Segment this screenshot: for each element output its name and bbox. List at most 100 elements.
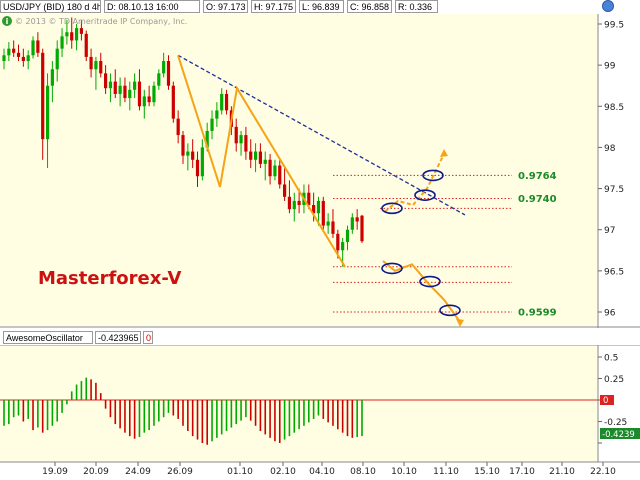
candle-body	[103, 73, 108, 89]
price-tick-label: 99.5	[604, 21, 624, 31]
candle-body	[157, 73, 161, 86]
price-tick-label: 99	[604, 62, 616, 72]
candle-body	[244, 135, 248, 152]
candle-body	[345, 229, 350, 243]
price-tick-label: 98.5	[604, 103, 624, 113]
date-tick-label: 01.10	[227, 467, 253, 477]
candle-body	[123, 85, 127, 99]
date-tick-label: 26.09	[167, 467, 193, 477]
candle-body	[171, 85, 175, 119]
chart-canvas[interactable]: 99.5 99 98.5 98 97.5 97 96.5 96 19.09 20.09 24.09…	[0, 0, 640, 480]
open-field: O: 97.173	[203, 0, 248, 13]
candle-body	[234, 126, 238, 144]
settings-icon[interactable]	[602, 0, 614, 12]
candle-body	[162, 61, 166, 74]
candle-body	[249, 151, 253, 160]
indicator-value-field: -0.423965	[95, 331, 141, 344]
oscillator-zero-label: 0	[603, 396, 608, 406]
range-field: R: 0.336	[395, 0, 438, 13]
candle-body	[142, 96, 146, 107]
candle-body	[191, 151, 195, 160]
candle-body	[36, 40, 40, 53]
candle-body	[137, 81, 142, 107]
candle-body	[50, 69, 54, 86]
candle-body	[210, 118, 214, 131]
candle-body	[84, 33, 88, 57]
candle-body	[147, 96, 151, 103]
candle-body	[292, 200, 296, 210]
candle-body	[94, 61, 98, 70]
candle-body	[166, 61, 171, 86]
high-field: H: 97.175	[251, 0, 296, 13]
price-tick-label: 97	[604, 226, 615, 236]
candle-body	[297, 200, 301, 206]
candle-body	[273, 165, 277, 177]
candle-body	[181, 135, 185, 156]
date-tick-label: 17.10	[509, 467, 535, 477]
candle-body	[355, 217, 359, 222]
candle-body	[350, 217, 354, 230]
candle-body	[70, 32, 74, 41]
candle-body	[113, 81, 117, 94]
candle-body	[65, 32, 69, 37]
copyright-text: © 2013 © TD Ameritrade IP Company, Inc.	[15, 17, 187, 26]
fib-level-label: 0.9599	[518, 308, 557, 319]
candle-body	[74, 28, 79, 41]
chart-window: 99.5 99 98.5 98 97.5 97 96.5 96 19.09 20.09 24.09…	[0, 0, 640, 480]
candle-body	[79, 28, 84, 34]
candle-body	[326, 221, 330, 226]
candle-body	[239, 135, 243, 144]
candle-body	[41, 52, 45, 140]
date-field: D: 08.10.13 16:00	[104, 0, 200, 13]
candle-body	[316, 200, 321, 214]
candle-body	[152, 85, 156, 103]
candle-body	[108, 81, 113, 89]
watermark-text: Masterforex-V	[38, 268, 182, 289]
candle-body	[258, 151, 263, 164]
candle-body	[186, 151, 190, 156]
candle-body	[128, 89, 132, 99]
date-tick-label: 10.10	[391, 467, 417, 477]
fib-level-label: 0.9764	[518, 171, 557, 182]
candle-body	[215, 110, 219, 119]
date-tick-label: 20.09	[83, 467, 109, 477]
oscillator-tick-label: 0.25	[604, 375, 624, 385]
indicator-name-field[interactable]: AwesomeOscillator	[3, 331, 93, 344]
close-field: C: 96.858	[347, 0, 392, 13]
candle-body	[26, 55, 30, 62]
candle-body	[224, 93, 229, 111]
candle-body	[331, 221, 335, 234]
date-tick-label: 21.10	[549, 467, 575, 477]
candle-body	[99, 61, 103, 74]
candle-body	[263, 159, 267, 164]
candle-body	[176, 118, 180, 136]
symbol-field[interactable]: USD/JPY (BID) 180 d 4h	[0, 0, 101, 13]
candle-body	[60, 36, 64, 49]
oscillator-current-label: -0.4239	[602, 430, 635, 440]
date-tick-label: 02.10	[270, 467, 296, 477]
candle-body	[133, 81, 137, 90]
date-tick-label: 11.10	[433, 467, 459, 477]
price-tick-label: 97.5	[604, 185, 624, 195]
candle-body	[253, 151, 258, 160]
candle-body	[268, 159, 272, 177]
candle-body	[360, 215, 364, 242]
candle-body	[341, 242, 345, 251]
candle-body	[195, 159, 200, 177]
low-field: L: 96.839	[299, 0, 344, 13]
candle-body	[287, 196, 292, 210]
candle-body	[21, 56, 25, 62]
price-tick-label: 96.5	[604, 267, 624, 277]
candle-body	[200, 147, 204, 177]
price-tick-label: 98	[604, 144, 616, 154]
candle-body	[321, 200, 325, 226]
date-tick-label: 22.10	[590, 467, 616, 477]
candle-body	[7, 48, 11, 56]
date-tick-label: 24.09	[125, 467, 151, 477]
candle-body	[55, 48, 59, 70]
fib-level-label: 0.9740	[518, 194, 557, 205]
candle-body	[31, 40, 35, 56]
date-tick-label: 08.10	[350, 467, 376, 477]
symbol-label: USD/JPY (BID) 180 d 4h	[3, 2, 101, 12]
indicator-param-field: 0	[143, 331, 153, 344]
